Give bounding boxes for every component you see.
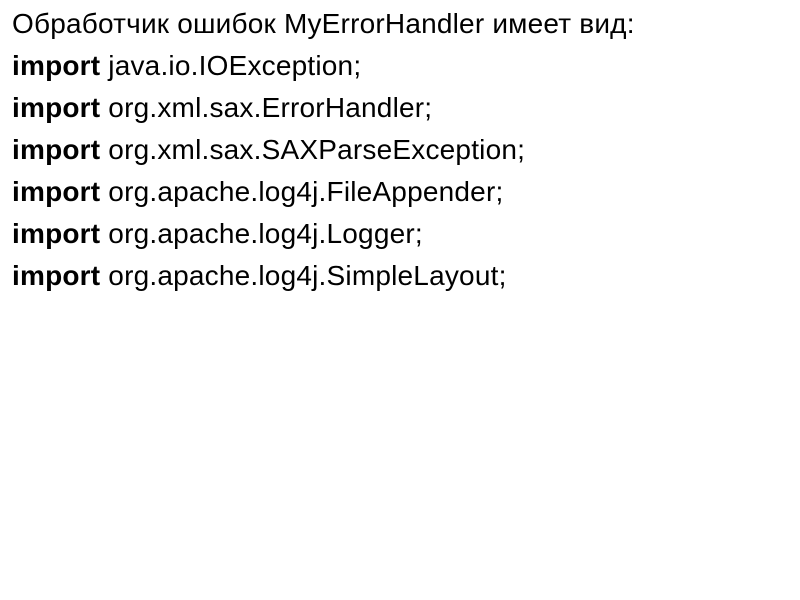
code-line: import org.xml.sax.SAXParseException; <box>12 134 788 166</box>
code-line: import org.apache.log4j.Logger; <box>12 218 788 250</box>
code-rest: org.xml.sax.ErrorHandler; <box>100 92 432 123</box>
keyword: import <box>12 218 100 249</box>
keyword: import <box>12 176 100 207</box>
code-line: import java.io.IOException; <box>12 50 788 82</box>
keyword: import <box>12 50 100 81</box>
keyword: import <box>12 92 100 123</box>
code-rest: org.apache.log4j.SimpleLayout; <box>100 260 506 291</box>
keyword: import <box>12 134 100 165</box>
code-rest: org.apache.log4j.FileAppender; <box>100 176 503 207</box>
page-title: Обработчик ошибок MyErrorHandler имеет в… <box>12 8 788 40</box>
code-rest: org.xml.sax.SAXParseException; <box>100 134 525 165</box>
keyword: import <box>12 260 100 291</box>
code-rest: java.io.IOException; <box>100 50 361 81</box>
code-rest: org.apache.log4j.Logger; <box>100 218 423 249</box>
code-line: import org.xml.sax.ErrorHandler; <box>12 92 788 124</box>
code-line: import org.apache.log4j.FileAppender; <box>12 176 788 208</box>
code-line: import org.apache.log4j.SimpleLayout; <box>12 260 788 292</box>
